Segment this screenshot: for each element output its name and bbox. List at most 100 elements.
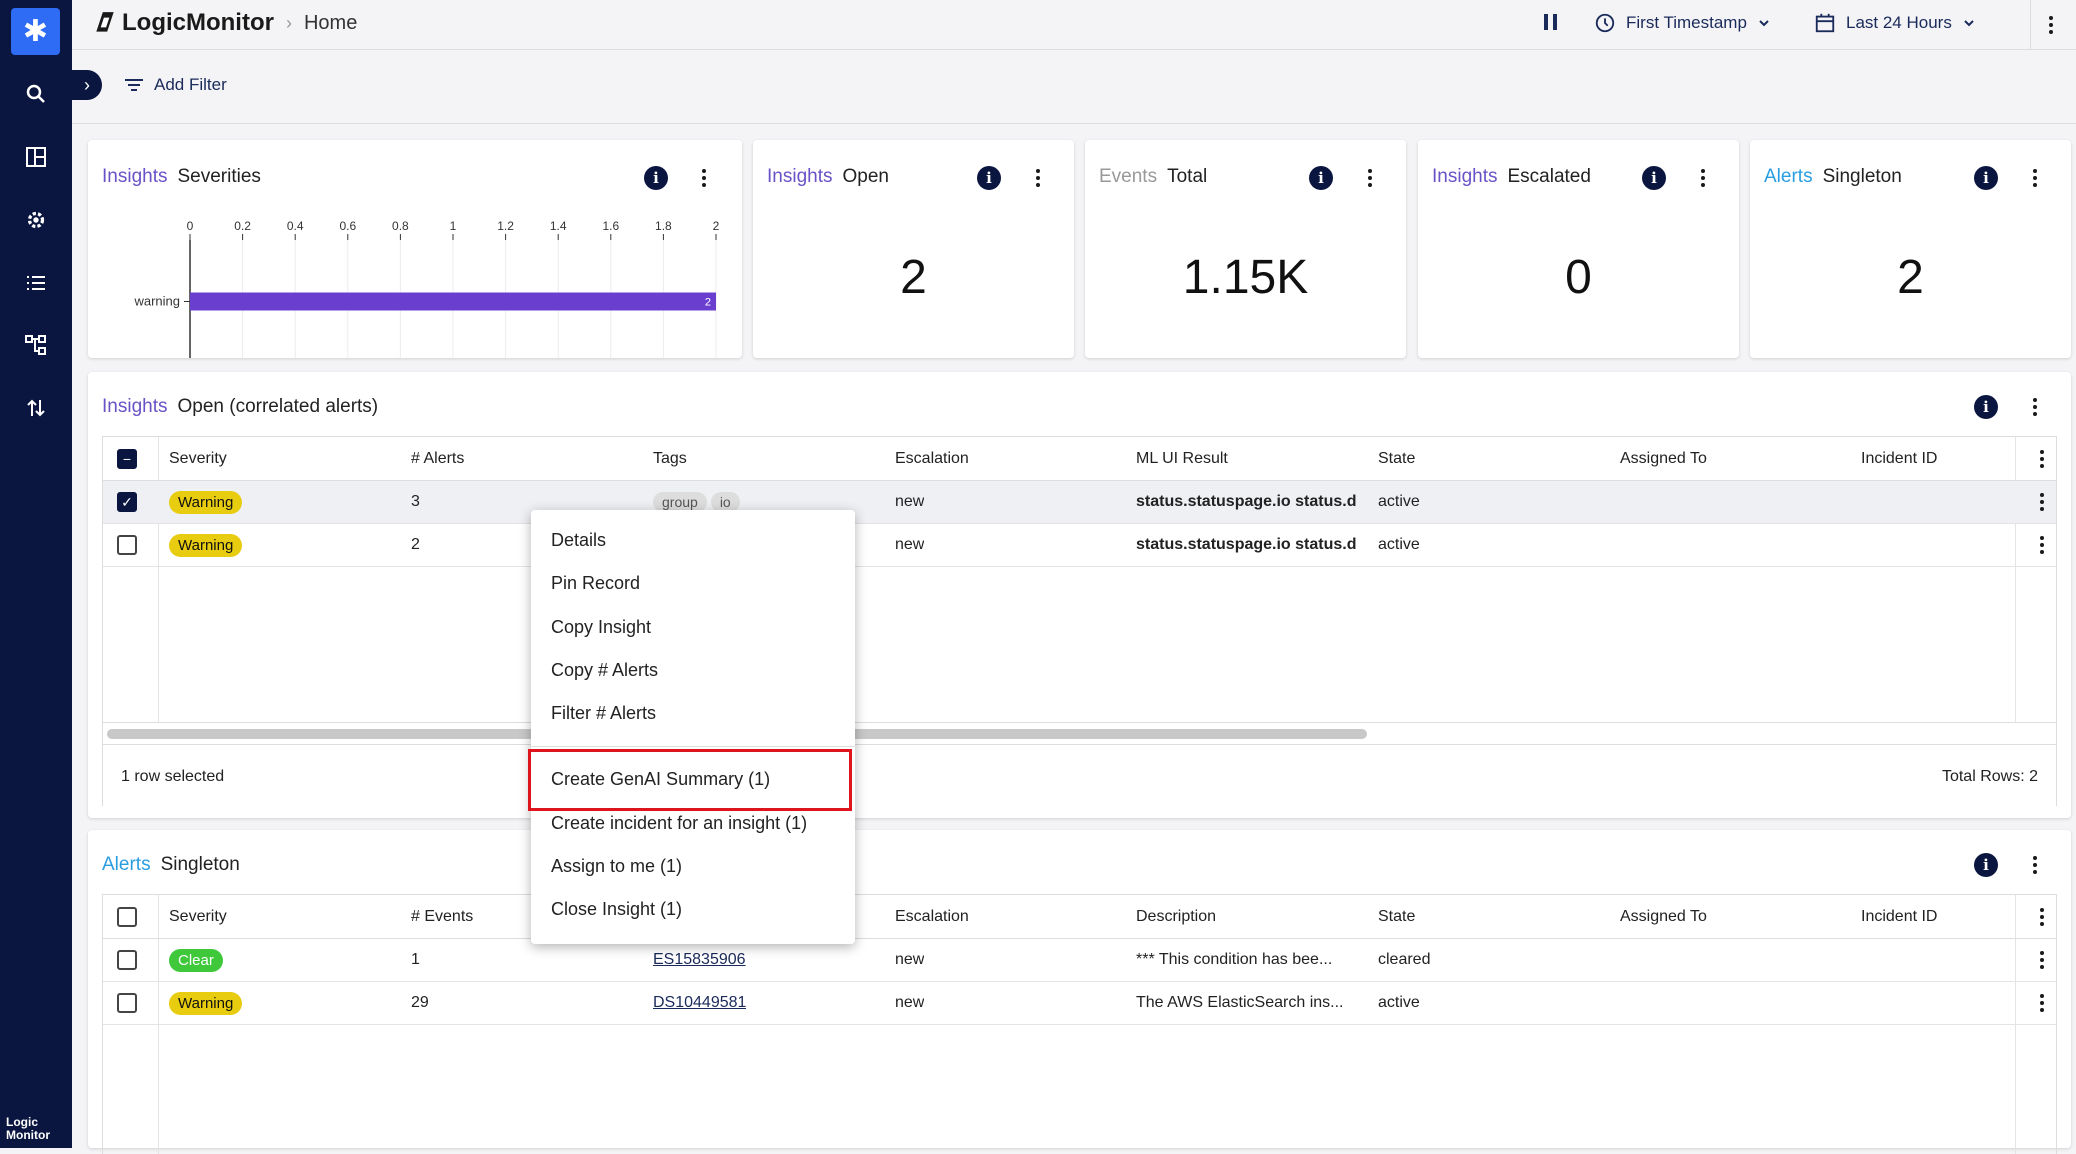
card-title: Insights Open	[767, 166, 889, 187]
description: *** This condition has bee...	[1136, 951, 1333, 968]
powered-by-logo: Logic Monitor	[6, 1115, 50, 1142]
tag-chip[interactable]: io	[710, 492, 740, 512]
column-header[interactable]: ML UI Result	[1136, 437, 1228, 480]
card-title: Alerts Singleton	[1764, 166, 1902, 187]
select-all-checkbox[interactable]: −	[117, 448, 137, 469]
menu-item-create-incident[interactable]: Create incident for an insight (1)	[551, 813, 807, 834]
column-header[interactable]: Severity	[169, 437, 227, 480]
menu-item-close-insight[interactable]: Close Insight (1)	[551, 899, 682, 920]
info-icon[interactable]: i	[1974, 853, 1998, 877]
column-header[interactable]: Assigned To	[1620, 437, 1707, 480]
table-row[interactable]: ✓ Warning 3 group io new status.statuspag…	[103, 481, 2056, 524]
state: active	[1378, 994, 1420, 1011]
calendar-icon	[1815, 13, 1835, 33]
column-header[interactable]: Incident ID	[1861, 895, 1937, 938]
columns-menu-icon[interactable]	[2037, 447, 2047, 471]
row-checkbox[interactable]	[117, 535, 137, 555]
card-title: Insights Severities	[102, 166, 261, 187]
column-header[interactable]: Severity	[169, 895, 227, 938]
menu-item-copy-alerts[interactable]: Copy # Alerts	[551, 660, 658, 681]
menu-divider	[531, 746, 855, 747]
menu-item-pin-record[interactable]: Pin Record	[551, 573, 640, 594]
row-checkbox[interactable]	[117, 950, 137, 970]
topology-icon[interactable]	[16, 325, 56, 365]
severity-badge: Clear	[169, 948, 223, 972]
menu-item-filter-alerts[interactable]: Filter # Alerts	[551, 703, 656, 724]
column-header[interactable]: # Alerts	[411, 437, 464, 480]
menu-item-create-genai-summary[interactable]: Create GenAI Summary (1)	[551, 769, 770, 790]
row-more-icon[interactable]	[2037, 948, 2047, 972]
time-mode-dropdown[interactable]: First Timestamp	[1594, 12, 1771, 34]
panel-more-icon[interactable]	[2030, 853, 2040, 877]
row-more-icon[interactable]	[2037, 533, 2047, 557]
menu-item-copy-insight[interactable]: Copy Insight	[551, 617, 651, 638]
add-filter-button[interactable]: Add Filter	[124, 75, 227, 95]
info-icon[interactable]: i	[1974, 395, 1998, 419]
settings-gear-icon[interactable]	[16, 200, 56, 240]
logicmonitor-atom-icon[interactable]: ✱	[11, 8, 60, 55]
breadcrumb-home[interactable]: Home	[304, 12, 357, 35]
header-more-icon[interactable]	[2046, 13, 2056, 37]
left-nav-rail: ✱ Logic Monitor	[0, 0, 72, 1148]
expand-panel-button[interactable]: ›	[72, 70, 102, 100]
alerts-singleton-card[interactable]: Alerts Singleton i 2	[1750, 140, 2071, 358]
column-header[interactable]: Assigned To	[1620, 895, 1707, 938]
horizontal-scrollbar[interactable]	[103, 722, 2056, 744]
severity-bar-chart: 0 0.2 0.4 0.6 0.8 1 1.2 1.4 1.6 1.8 2 warning 2	[133, 219, 720, 358]
datasource-link[interactable]: ES15835906	[653, 951, 746, 969]
info-icon[interactable]: i	[1974, 166, 1998, 190]
info-icon[interactable]: i	[1642, 166, 1666, 190]
insights-open-card[interactable]: Insights Open i 2	[753, 140, 1074, 358]
info-icon[interactable]: i	[977, 166, 1001, 190]
filter-icon	[125, 79, 143, 91]
row-more-icon[interactable]	[2037, 991, 2047, 1015]
card-more-icon[interactable]	[1698, 166, 1708, 190]
list-icon[interactable]	[16, 263, 56, 303]
select-all-checkbox[interactable]	[117, 906, 137, 927]
info-icon[interactable]: i	[644, 166, 668, 190]
card-more-icon[interactable]	[1365, 166, 1375, 190]
row-checkbox[interactable]	[117, 993, 137, 1013]
brand-name[interactable]: LogicMonitor	[122, 9, 274, 37]
menu-item-details[interactable]: Details	[551, 530, 606, 551]
column-header[interactable]: Escalation	[895, 437, 969, 480]
columns-menu-icon[interactable]	[2037, 905, 2047, 929]
row-more-icon[interactable]	[2037, 490, 2047, 514]
table-row[interactable]: Warning 2 new status.statuspage.io statu…	[103, 524, 2056, 567]
x-tick-label: 1.8	[655, 219, 672, 233]
card-more-icon[interactable]	[2030, 166, 2040, 190]
sort-arrows-icon[interactable]	[16, 388, 56, 428]
add-filter-label: Add Filter	[154, 75, 227, 94]
x-tick-label: 0.4	[287, 219, 304, 233]
table-row[interactable]: Clear 1 ES15835906 new *** This conditio…	[103, 939, 2056, 982]
menu-item-assign-to-me[interactable]: Assign to me (1)	[551, 856, 682, 877]
row-context-menu: Details Pin Record Copy Insight Copy # A…	[528, 510, 855, 944]
pause-button[interactable]	[1542, 12, 1560, 32]
table-row[interactable]: Warning 29 DS10449581 new The AWS Elasti…	[103, 982, 2056, 1025]
column-header[interactable]: Incident ID	[1861, 437, 1937, 480]
x-tick-label: 0.2	[234, 219, 251, 233]
search-icon[interactable]	[16, 74, 56, 114]
column-header[interactable]: Description	[1136, 895, 1216, 938]
card-more-icon[interactable]	[699, 166, 709, 190]
time-range-dropdown[interactable]: Last 24 Hours	[1814, 12, 1976, 34]
column-header[interactable]: State	[1378, 895, 1415, 938]
insights-escalated-card[interactable]: Insights Escalated i 0	[1418, 140, 1739, 358]
stat-value: 2	[1897, 251, 1924, 304]
info-icon[interactable]: i	[1309, 166, 1333, 190]
panel-more-icon[interactable]	[2030, 395, 2040, 419]
dashboard-icon[interactable]	[16, 137, 56, 177]
column-header[interactable]: Escalation	[895, 895, 969, 938]
card-more-icon[interactable]	[1033, 166, 1043, 190]
events-total-card[interactable]: Events Total i 1.15K	[1085, 140, 1406, 358]
row-checkbox[interactable]: ✓	[117, 492, 137, 512]
column-header[interactable]: Tags	[653, 437, 687, 480]
column-header[interactable]: # Events	[411, 895, 473, 938]
datasource-link[interactable]: DS10449581	[653, 994, 746, 1012]
insights-open-panel: Insights Open (correlated alerts) i − Sev…	[88, 372, 2071, 818]
severity-badge: Warning	[169, 533, 243, 557]
column-header[interactable]: State	[1378, 437, 1415, 480]
panel-title: Alerts Singleton	[102, 854, 240, 875]
escalation: new	[895, 493, 925, 510]
tag-chip[interactable]: group	[653, 492, 707, 512]
